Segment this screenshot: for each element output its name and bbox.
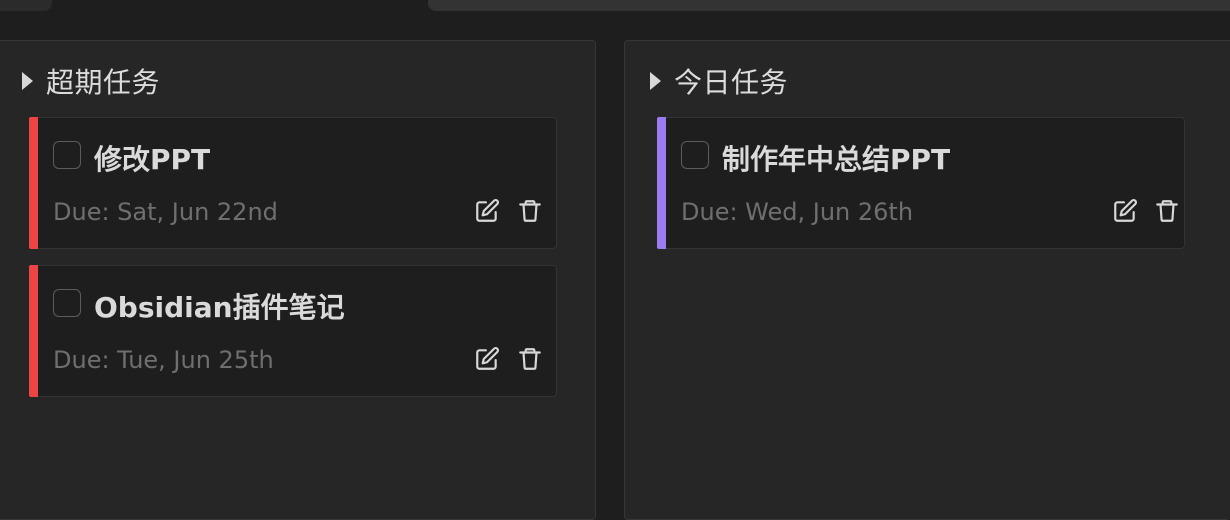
task-checkbox[interactable]: [53, 289, 81, 317]
edit-button[interactable]: [1111, 197, 1139, 225]
overdue-section-header[interactable]: 超期任务: [22, 63, 160, 99]
tab-left[interactable]: [0, 0, 52, 11]
delete-button[interactable]: [516, 197, 544, 225]
edit-icon: [476, 199, 499, 222]
edit-button[interactable]: [473, 345, 501, 373]
priority-accent: [657, 117, 666, 249]
trash-icon: [519, 348, 541, 370]
task-due-date: Due: Wed, Jun 26th: [681, 198, 914, 226]
task-card: Obsidian插件笔记 Due: Tue, Jun 25th: [29, 265, 557, 397]
task-due-date: Due: Tue, Jun 25th: [53, 346, 274, 374]
section-title: 超期任务: [46, 66, 161, 99]
edit-icon: [1114, 199, 1137, 222]
today-section-header[interactable]: 今日任务: [650, 63, 788, 99]
caret-right-icon[interactable]: [650, 72, 661, 90]
priority-accent: [29, 117, 38, 249]
caret-right-icon[interactable]: [22, 72, 33, 90]
top-bar: [0, 0, 1230, 40]
trash-icon: [1156, 200, 1178, 222]
delete-button[interactable]: [1153, 197, 1181, 225]
task-title: 制作年中总结PPT: [722, 143, 951, 176]
edit-icon: [476, 347, 499, 370]
task-title: Obsidian插件笔记: [94, 291, 345, 324]
overdue-panel: 超期任务 修改PPT Due: Sat, Jun 22nd Obsidian插件…: [0, 40, 596, 520]
edit-button[interactable]: [473, 197, 501, 225]
task-due-date: Due: Sat, Jun 22nd: [53, 198, 278, 226]
priority-accent: [29, 265, 38, 397]
tab-right[interactable]: [428, 0, 1230, 11]
task-title: 修改PPT: [94, 143, 211, 176]
task-checkbox[interactable]: [53, 141, 81, 169]
task-checkbox[interactable]: [681, 141, 709, 169]
task-card: 修改PPT Due: Sat, Jun 22nd: [29, 117, 557, 249]
task-card: 制作年中总结PPT Due: Wed, Jun 26th: [657, 117, 1185, 249]
today-panel: 今日任务 制作年中总结PPT Due: Wed, Jun 26th: [624, 40, 1230, 520]
section-title: 今日任务: [674, 66, 789, 99]
delete-button[interactable]: [516, 345, 544, 373]
trash-icon: [519, 200, 541, 222]
